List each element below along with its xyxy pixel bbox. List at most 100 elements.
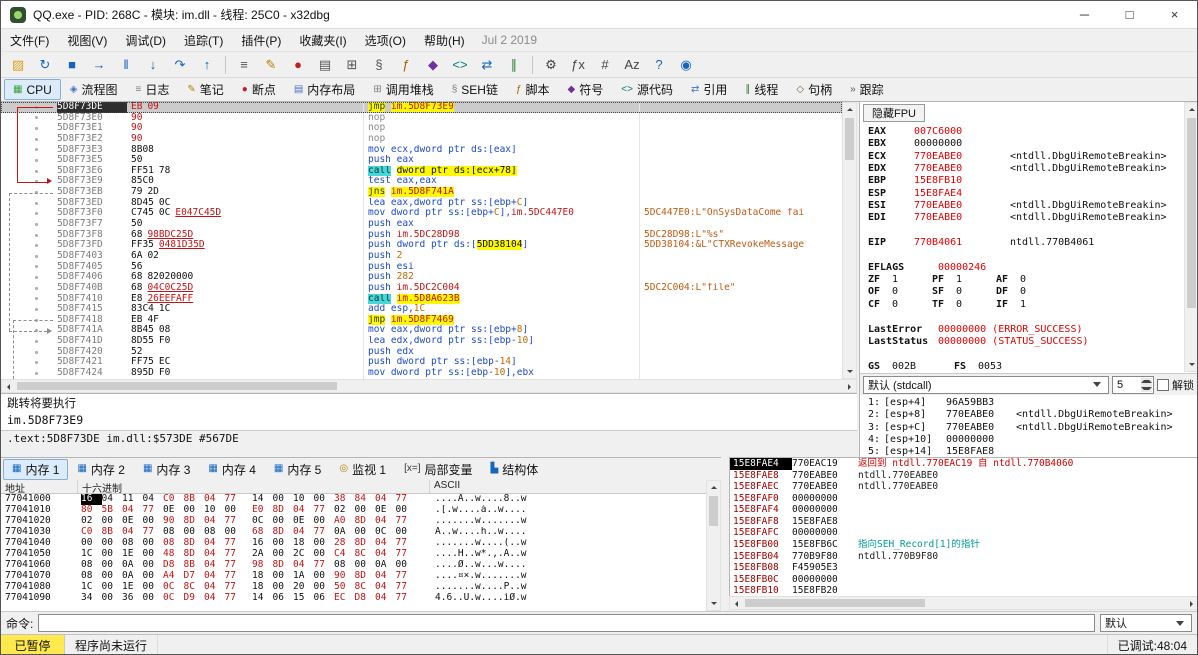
register-eax[interactable]: EAX007C6000	[868, 126, 1181, 138]
tab-dump4[interactable]: ▦内存 4	[199, 459, 264, 480]
register-eip[interactable]: EIP770B4061ntdll.770B4061	[868, 237, 1181, 249]
disasm-row[interactable]: 5D8F73E190nop	[1, 123, 842, 134]
breakpoint-dot[interactable]	[35, 361, 38, 364]
register-eflags[interactable]: EFLAGS00000246	[868, 262, 1181, 274]
breakpoint-dot[interactable]	[35, 340, 38, 343]
disasm-row[interactable]: 5D8F7410E826EEFAFFcall im.5D8A623B	[1, 294, 842, 305]
disasm-row[interactable]: 5D8F73FDFF350481D35Dpush dword ptr ds:[5…	[1, 240, 842, 251]
breakpoint-dot[interactable]	[35, 297, 38, 300]
disasm-row[interactable]: 5D8F742052push edx	[1, 347, 842, 358]
stepper-down-icon[interactable]	[1141, 385, 1152, 392]
breakpoint-dot[interactable]	[35, 191, 38, 194]
run-button[interactable]: →	[86, 53, 112, 77]
tab-cpu[interactable]: ▦CPU	[4, 79, 61, 100]
step-into-button[interactable]: ↓	[140, 53, 166, 77]
disasm-row[interactable]: 5D8F73F0C7450CE047C45Dmov dword ptr ss:[…	[1, 208, 842, 219]
stack-row[interactable]: 15E8FB0015E8FB6C指向SEH_Record[1]的指针	[730, 539, 1198, 551]
step-over-button[interactable]: ↷	[167, 53, 193, 77]
call-stack-button[interactable]: ⊞	[339, 53, 365, 77]
menu-item-v[interactable]: 视图(V)	[58, 29, 116, 51]
close-button[interactable]: ×	[1152, 1, 1197, 28]
disasm-row[interactable]: 5D8F73F750push eax	[1, 219, 842, 230]
last-status[interactable]: LastStatus00000000 (STATUS_SUCCESS)	[868, 336, 1181, 348]
breakpoint-dot[interactable]	[35, 234, 38, 237]
flags-row[interactable]: OF0SF0DF0	[868, 286, 1181, 298]
stack-row[interactable]: 15E8FAF815E8FAE8	[730, 516, 1198, 528]
disasm-horizontal-scrollbar-thumb[interactable]	[17, 382, 337, 390]
disasm-row[interactable]: 5D8F73E38B08mov ecx,dword ptr ds:[eax]	[1, 145, 842, 156]
disasm-horizontal-scrollbar-right-button[interactable]	[843, 380, 856, 393]
stack-row[interactable]: 15E8FB04770B9F80ntdll.770B9F80	[730, 551, 1198, 563]
breakpoint-dot[interactable]	[35, 255, 38, 258]
breakpoint-dot[interactable]	[35, 106, 38, 109]
breakpoints-button[interactable]: ●	[285, 53, 311, 77]
tab-dump2[interactable]: ▦内存 2	[68, 459, 133, 480]
open-file-button[interactable]: ▨	[5, 53, 31, 77]
disasm-row[interactable]: 5D8F73E985C0test eax,eax	[1, 176, 842, 187]
restart-button[interactable]: ↻	[32, 53, 58, 77]
breakpoint-dot[interactable]	[35, 329, 38, 332]
breakpoint-dot[interactable]	[35, 127, 38, 130]
register-edi[interactable]: EDI770EABE0<ntdll.DbgUiRemoteBreakin>	[868, 212, 1181, 224]
calculator-button[interactable]: ƒx	[565, 53, 591, 77]
dump-vertical-scrollbar-up-button[interactable]	[707, 481, 720, 494]
tab-trace[interactable]: »跟踪	[841, 79, 893, 100]
tab-dump1[interactable]: ▦内存 1	[3, 459, 68, 480]
registers-vertical-scrollbar-thumb[interactable]	[1187, 118, 1196, 308]
threads-button[interactable]: ∥	[501, 53, 527, 77]
breakpoint-dot[interactable]	[35, 148, 38, 151]
stack-row[interactable]: 15E8FB08F45905E3	[730, 562, 1198, 574]
breakpoint-dot[interactable]	[35, 351, 38, 354]
breakpoint-dot[interactable]	[35, 244, 38, 247]
disasm-row[interactable]: 5D8F740556push esi	[1, 262, 842, 273]
menu-item-f[interactable]: 文件(F)	[1, 29, 58, 51]
assembler-button[interactable]: Az	[619, 53, 645, 77]
stack-horizontal-scrollbar-thumb[interactable]	[745, 599, 925, 607]
stack-row[interactable]: 15E8FAE8770EABE0ntdll.770EABE0	[730, 470, 1198, 482]
calling-convention-select[interactable]: 默认 (stdcall)	[863, 376, 1109, 394]
disasm-row[interactable]: 5D8F73E290nop	[1, 134, 842, 145]
register-esp[interactable]: ESP15E8FAE4	[868, 188, 1181, 200]
stack-row[interactable]: 15E8FAF400000000	[730, 504, 1198, 516]
argument-row[interactable]: 3:[esp+C]770EABE0<ntdll.DbgUiRemoteBreak…	[868, 422, 1195, 434]
breakpoint-dot[interactable]	[35, 287, 38, 290]
tab-dump3[interactable]: ▦内存 3	[134, 459, 199, 480]
script-button[interactable]: ƒ	[393, 53, 419, 77]
argument-row[interactable]: 2:[esp+8]770EABE0<ntdll.DbgUiRemoteBreak…	[868, 409, 1195, 421]
menu-item-i[interactable]: 收藏夹(I)	[290, 29, 355, 51]
tab-source[interactable]: <>源代码	[612, 79, 682, 100]
disasm-vertical-scrollbar-up-button[interactable]	[843, 103, 856, 116]
stack-row[interactable]: 15E8FAFC00000000	[730, 527, 1198, 539]
disasm-row[interactable]: 5D8F74036A02push 2	[1, 251, 842, 262]
dump-vertical-scrollbar-down-button[interactable]	[707, 597, 720, 610]
breakpoint-dot[interactable]	[35, 265, 38, 268]
tab-symbols[interactable]: ◆符号	[559, 79, 613, 100]
stack-row[interactable]: 15E8FAF000000000	[730, 493, 1198, 505]
dump-vertical-scrollbar-thumb[interactable]	[709, 496, 718, 526]
breakpoint-dot[interactable]	[35, 202, 38, 205]
stack-horizontal-scrollbar-right-button[interactable]	[1185, 597, 1198, 610]
pause-button[interactable]: ‖	[113, 53, 139, 77]
menu-item-o[interactable]: 选项(O)	[356, 29, 415, 51]
tab-graph[interactable]: ◈流程图	[61, 79, 127, 100]
help-button[interactable]: ?	[646, 53, 672, 77]
registers-vertical-scrollbar-up-button[interactable]	[1185, 103, 1198, 116]
disasm-row[interactable]: 5D8F7418EB4Fjmp im.5D8F7469	[1, 315, 842, 326]
dump-row[interactable]: 77041090340036000CD9047714061506ECD80477…	[1, 593, 721, 604]
disasm-row[interactable]: 5D8F741D8D55F0lea edx,dword ptr ss:[ebp-…	[1, 336, 842, 347]
argument-row[interactable]: 1:[esp+4]96A59BB3	[868, 397, 1195, 409]
source-button[interactable]: <>	[447, 53, 473, 77]
tab-watch1[interactable]: ◎监视 1	[330, 459, 395, 480]
breakpoint-dot[interactable]	[35, 159, 38, 162]
disasm-row[interactable]: 5D8F73E550push eax	[1, 155, 842, 166]
breakpoint-dot[interactable]	[35, 170, 38, 173]
menu-item-d[interactable]: 调试(D)	[116, 29, 175, 51]
stack-row[interactable]: 15E8FAEC770EABE0ntdll.770EABE0	[730, 481, 1198, 493]
breakpoint-dot[interactable]	[35, 116, 38, 119]
flags-row[interactable]: CF0TF0IF1	[868, 299, 1181, 311]
breakpoint-dot[interactable]	[35, 276, 38, 279]
flags-row[interactable]: ZF1PF1AF0	[868, 274, 1181, 286]
breakpoint-dot[interactable]	[35, 212, 38, 215]
segment-registers[interactable]: GS002BFS0053	[868, 361, 1181, 373]
register-edx[interactable]: EDX770EABE0<ntdll.DbgUiRemoteBreakin>	[868, 163, 1181, 175]
